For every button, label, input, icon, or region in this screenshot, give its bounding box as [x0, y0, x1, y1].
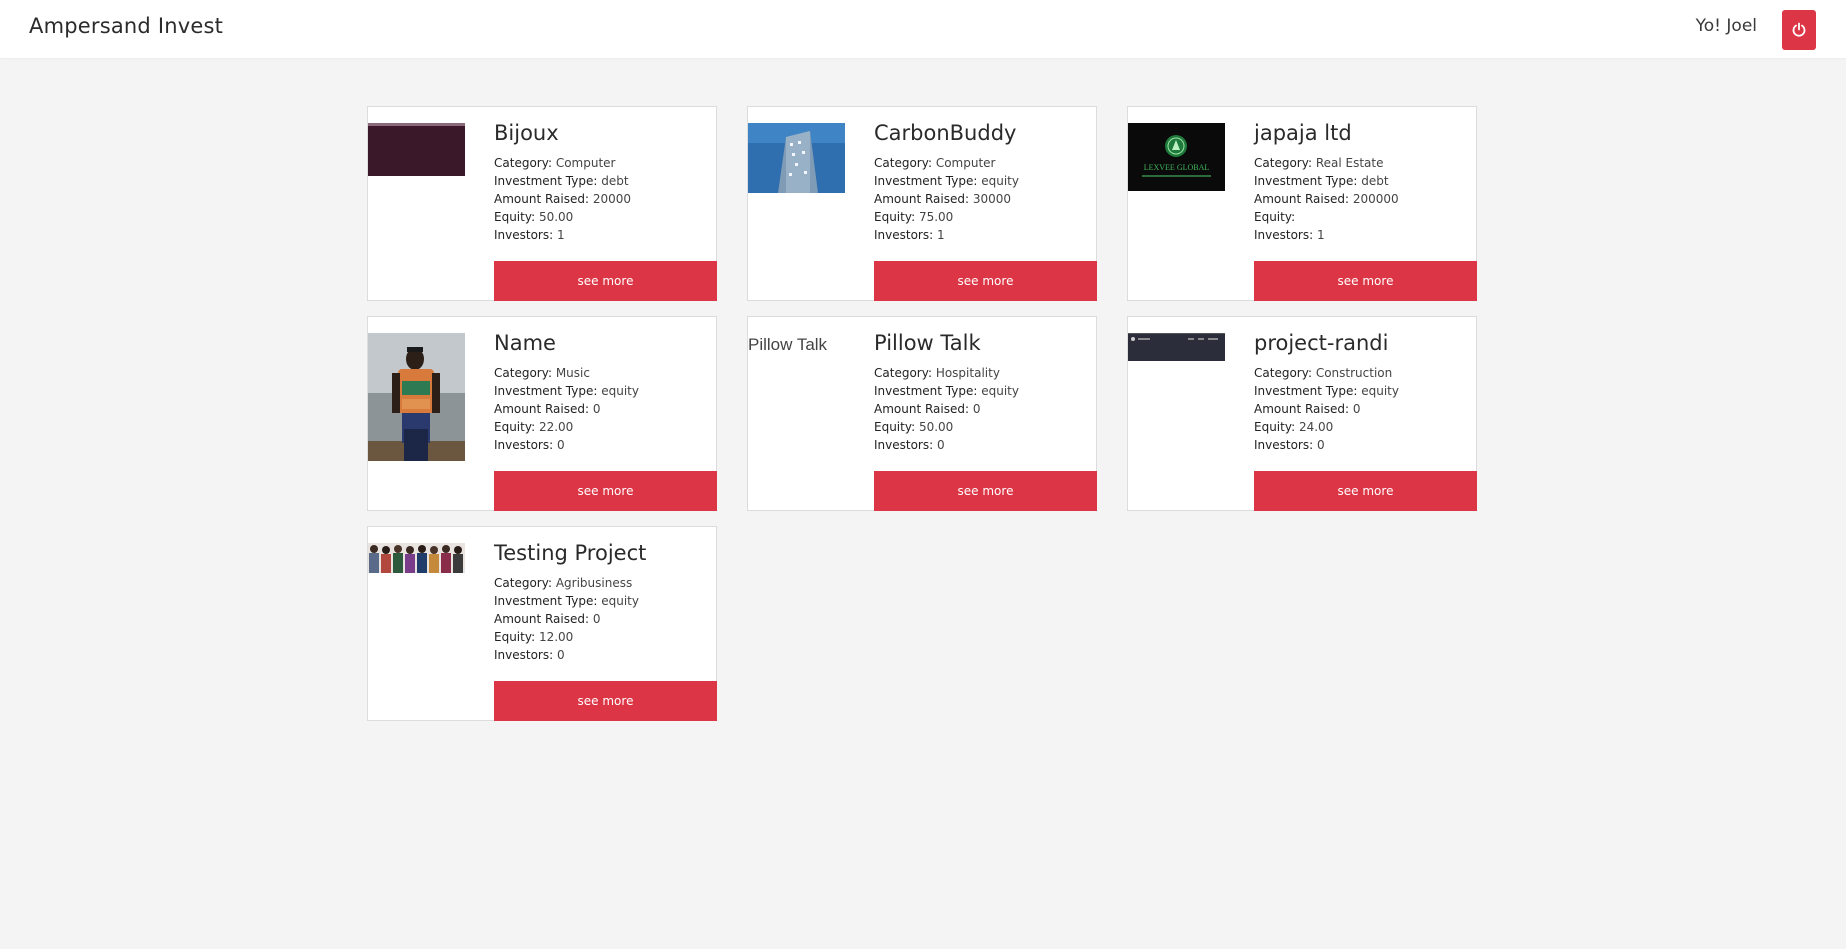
equity-row: Equity: 75.00 — [874, 210, 954, 224]
project-info: CarbonBuddy Category: Computer Investmen… — [874, 120, 1096, 244]
project-card: project-randi Category: Construction Inv… — [1127, 316, 1477, 511]
investors-row: Investors: 0 — [494, 648, 565, 662]
equity-row: Equity: 50.00 — [494, 210, 574, 224]
project-thumbnail — [368, 123, 465, 180]
investment-type-row: Investment Type: equity — [874, 384, 1019, 398]
investment-type-row: Investment Type: debt — [494, 174, 629, 188]
project-card: CarbonBuddy Category: Computer Investmen… — [747, 106, 1097, 301]
category-row: Category: Hospitality — [874, 366, 1000, 380]
investors-row: Investors: 0 — [494, 438, 565, 452]
project-card: Pillow Talk Pillow Talk Category: Hospit… — [747, 316, 1097, 511]
project-card: Testing Project Category: Agribusiness I… — [367, 526, 717, 721]
category-row: Category: Agribusiness — [494, 576, 633, 590]
project-card: Name Category: Music Investment Type: eq… — [367, 316, 717, 511]
see-more-button[interactable]: see more — [494, 471, 717, 511]
investment-type-row: Investment Type: equity — [1254, 384, 1399, 398]
investors-row: Investors: 1 — [494, 228, 565, 242]
project-name: japaja ltd — [1254, 121, 1352, 145]
company-logo-text: LEXVEE GLOBAL — [1144, 163, 1210, 172]
project-info: Testing Project Category: Agribusiness I… — [494, 540, 716, 664]
see-more-button[interactable]: see more — [874, 261, 1097, 301]
logout-button[interactable] — [1782, 10, 1816, 50]
equity-row: Equity: — [1254, 210, 1296, 224]
equity-row: Equity: 12.00 — [494, 630, 574, 644]
see-more-button[interactable]: see more — [494, 681, 717, 721]
investors-row: Investors: 0 — [1254, 438, 1325, 452]
investors-row: Investors: 1 — [874, 228, 945, 242]
category-row: Category: Music — [494, 366, 590, 380]
amount-raised-row: Amount Raised: 0 — [494, 612, 601, 626]
project-name: Testing Project — [494, 541, 647, 565]
investment-type-row: Investment Type: debt — [1254, 174, 1389, 188]
project-name: Bijoux — [494, 121, 559, 145]
category-row: Category: Computer — [494, 156, 616, 170]
power-icon — [1792, 22, 1806, 37]
project-grid: Bijoux Category: Computer Investment Typ… — [367, 106, 1477, 721]
project-info: Pillow Talk Category: Hospitality Invest… — [874, 330, 1096, 454]
amount-raised-row: Amount Raised: 30000 — [874, 192, 1012, 206]
see-more-button[interactable]: see more — [874, 471, 1097, 511]
amount-raised-row: Amount Raised: 0 — [874, 402, 981, 416]
investment-type-row: Investment Type: equity — [494, 594, 639, 608]
project-card: LEXVEE GLOBAL japaja ltd Category: Real … — [1127, 106, 1477, 301]
investors-row: Investors: 0 — [874, 438, 945, 452]
project-name: Name — [494, 331, 556, 355]
amount-raised-row: Amount Raised: 200000 — [1254, 192, 1399, 206]
project-thumbnail — [1128, 333, 1225, 365]
project-info: project-randi Category: Construction Inv… — [1254, 330, 1476, 454]
top-navbar: Ampersand Invest Yo! Joel — [0, 0, 1846, 58]
equity-row: Equity: 22.00 — [494, 420, 574, 434]
category-row: Category: Real Estate — [1254, 156, 1384, 170]
project-thumbnail: LEXVEE GLOBAL — [1128, 123, 1225, 195]
amount-raised-row: Amount Raised: 20000 — [494, 192, 632, 206]
investors-row: Investors: 1 — [1254, 228, 1325, 242]
category-row: Category: Construction — [1254, 366, 1393, 380]
project-name: CarbonBuddy — [874, 121, 1017, 145]
project-thumbnail — [368, 543, 465, 577]
equity-row: Equity: 50.00 — [874, 420, 954, 434]
project-name: project-randi — [1254, 331, 1389, 355]
project-card: Bijoux Category: Computer Investment Typ… — [367, 106, 717, 301]
project-info: Bijoux Category: Computer Investment Typ… — [494, 120, 716, 244]
amount-raised-row: Amount Raised: 0 — [494, 402, 601, 416]
equity-row: Equity: 24.00 — [1254, 420, 1334, 434]
category-row: Category: Computer — [874, 156, 996, 170]
see-more-button[interactable]: see more — [494, 261, 717, 301]
brand-title[interactable]: Ampersand Invest — [29, 14, 223, 38]
see-more-button[interactable]: see more — [1254, 471, 1477, 511]
project-info: Name Category: Music Investment Type: eq… — [494, 330, 716, 454]
user-greeting: Yo! Joel — [1695, 16, 1757, 36]
project-name: Pillow Talk — [874, 331, 981, 355]
broken-image-alt: Pillow Talk — [748, 335, 828, 354]
amount-raised-row: Amount Raised: 0 — [1254, 402, 1361, 416]
investment-type-row: Investment Type: equity — [494, 384, 639, 398]
project-thumbnail — [368, 333, 465, 465]
project-thumbnail — [748, 123, 845, 197]
project-info: japaja ltd Category: Real Estate Investm… — [1254, 120, 1476, 244]
see-more-button[interactable]: see more — [1254, 261, 1477, 301]
investment-type-row: Investment Type: equity — [874, 174, 1019, 188]
